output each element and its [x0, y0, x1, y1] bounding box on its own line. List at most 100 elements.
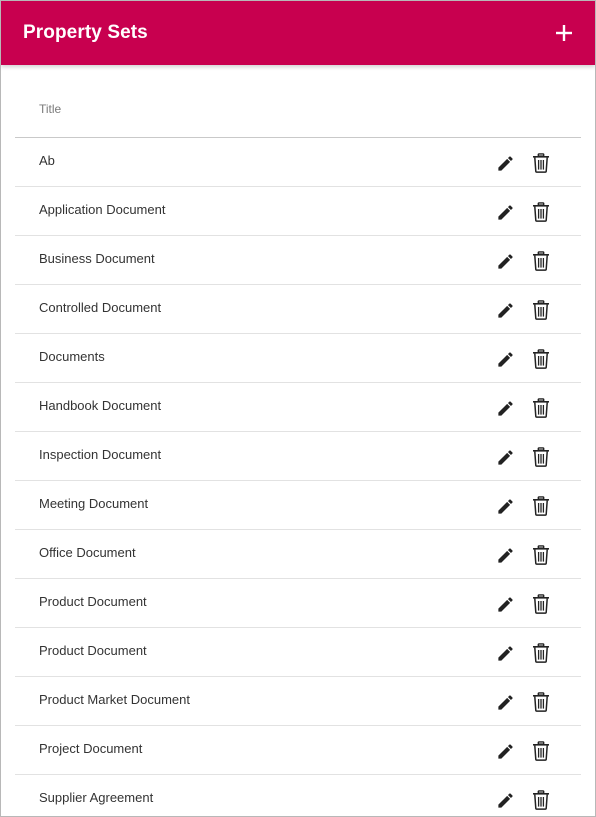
row-title: Product Document — [39, 594, 147, 609]
row-actions — [495, 447, 551, 467]
row-title: Application Document — [39, 202, 166, 217]
row-title: Office Document — [39, 545, 136, 560]
row-actions — [495, 398, 551, 418]
edit-button[interactable] — [495, 643, 515, 663]
pencil-icon — [497, 792, 513, 808]
table-row[interactable]: Ab — [15, 138, 581, 187]
add-property-set-button[interactable] — [549, 18, 579, 48]
delete-button[interactable] — [531, 202, 551, 222]
row-actions — [495, 153, 551, 173]
edit-button[interactable] — [495, 692, 515, 712]
edit-button[interactable] — [495, 545, 515, 565]
row-actions — [495, 496, 551, 516]
delete-button[interactable] — [531, 594, 551, 614]
trash-icon — [533, 251, 549, 271]
delete-button[interactable] — [531, 251, 551, 271]
table-row[interactable]: Product Document — [15, 628, 581, 677]
trash-icon — [533, 594, 549, 614]
edit-button[interactable] — [495, 496, 515, 516]
table-header: Title — [15, 65, 581, 138]
trash-icon — [533, 545, 549, 565]
edit-button[interactable] — [495, 251, 515, 271]
column-header-title[interactable]: Title — [39, 102, 61, 116]
table-row[interactable]: Project Document — [15, 726, 581, 775]
pencil-icon — [497, 743, 513, 759]
property-sets-panel: Property Sets Title Ab Application Docum… — [0, 0, 596, 817]
pencil-icon — [497, 596, 513, 612]
trash-icon — [533, 790, 549, 810]
delete-button[interactable] — [531, 153, 551, 173]
edit-button[interactable] — [495, 300, 515, 320]
edit-button[interactable] — [495, 447, 515, 467]
edit-button[interactable] — [495, 398, 515, 418]
edit-button[interactable] — [495, 202, 515, 222]
trash-icon — [533, 643, 549, 663]
delete-button[interactable] — [531, 790, 551, 810]
property-sets-table: Title Ab Application Document Business D… — [15, 65, 581, 816]
pencil-icon — [497, 302, 513, 318]
row-title: Inspection Document — [39, 447, 162, 462]
pencil-icon — [497, 253, 513, 269]
plus-icon — [556, 25, 572, 41]
row-actions — [495, 202, 551, 222]
row-title: Product Document — [39, 643, 147, 658]
page-title: Property Sets — [23, 22, 148, 43]
row-title: Business Document — [39, 251, 155, 266]
row-actions — [495, 643, 551, 663]
edit-button[interactable] — [495, 349, 515, 369]
table-row[interactable]: Inspection Document — [15, 432, 581, 481]
pencil-icon — [497, 351, 513, 367]
row-actions — [495, 741, 551, 761]
row-title: Supplier Agreement — [39, 790, 154, 805]
pencil-icon — [497, 449, 513, 465]
row-title: Meeting Document — [39, 496, 149, 511]
pencil-icon — [497, 645, 513, 661]
row-actions — [495, 300, 551, 320]
table-row[interactable]: Handbook Document — [15, 383, 581, 432]
trash-icon — [533, 692, 549, 712]
table-row[interactable]: Documents — [15, 334, 581, 383]
delete-button[interactable] — [531, 300, 551, 320]
row-actions — [495, 545, 551, 565]
trash-icon — [533, 202, 549, 222]
edit-button[interactable] — [495, 153, 515, 173]
trash-icon — [533, 496, 549, 516]
row-actions — [495, 594, 551, 614]
table-row[interactable]: Product Document — [15, 579, 581, 628]
edit-button[interactable] — [495, 594, 515, 614]
row-title: Ab — [39, 153, 55, 168]
trash-icon — [533, 153, 549, 173]
pencil-icon — [497, 155, 513, 171]
table-row[interactable]: Controlled Document — [15, 285, 581, 334]
header-bar: Property Sets — [1, 1, 595, 65]
pencil-icon — [497, 498, 513, 514]
trash-icon — [533, 447, 549, 467]
delete-button[interactable] — [531, 643, 551, 663]
row-title: Documents — [39, 349, 105, 364]
table-row[interactable]: Supplier Agreement — [15, 775, 581, 816]
pencil-icon — [497, 694, 513, 710]
row-actions — [495, 790, 551, 810]
delete-button[interactable] — [531, 398, 551, 418]
row-title: Handbook Document — [39, 398, 162, 413]
row-actions — [495, 251, 551, 271]
table-row[interactable]: Meeting Document — [15, 481, 581, 530]
delete-button[interactable] — [531, 692, 551, 712]
table-row[interactable]: Application Document — [15, 187, 581, 236]
table-row[interactable]: Office Document — [15, 530, 581, 579]
delete-button[interactable] — [531, 741, 551, 761]
delete-button[interactable] — [531, 545, 551, 565]
edit-button[interactable] — [495, 790, 515, 810]
trash-icon — [533, 741, 549, 761]
delete-button[interactable] — [531, 496, 551, 516]
edit-button[interactable] — [495, 741, 515, 761]
trash-icon — [533, 398, 549, 418]
table-row[interactable]: Product Market Document — [15, 677, 581, 726]
row-title: Product Market Document — [39, 692, 191, 707]
table-row[interactable]: Business Document — [15, 236, 581, 285]
pencil-icon — [497, 204, 513, 220]
row-title: Project Document — [39, 741, 143, 756]
delete-button[interactable] — [531, 349, 551, 369]
table-body: Ab Application Document Business Documen… — [15, 138, 581, 816]
delete-button[interactable] — [531, 447, 551, 467]
